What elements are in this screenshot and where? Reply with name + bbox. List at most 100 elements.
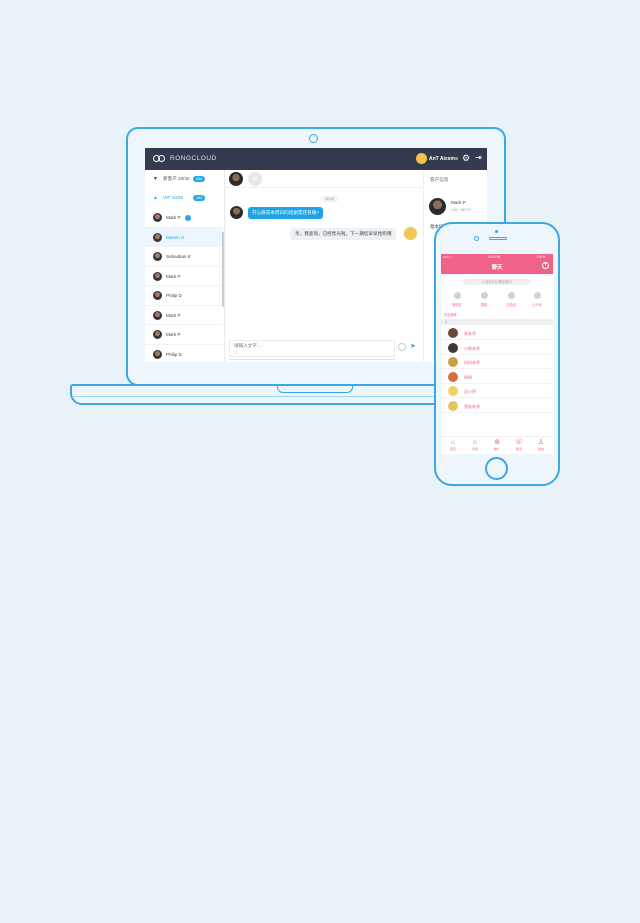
friend-item[interactable]: 黑板老师 <box>441 399 553 413</box>
info-title: 客户信息 <box>430 177 449 182</box>
section-header: A <box>441 319 553 325</box>
rongcloud-logo-icon <box>153 154 166 163</box>
tab-promote[interactable]: ⊕ 推广 <box>486 439 508 451</box>
message-timestamp: 16:30 <box>321 196 338 202</box>
user-name[interactable]: AnT Aixem <box>429 156 455 162</box>
contact-item[interactable]: Philip D <box>145 286 223 306</box>
chat-bubble-icon: ☏ <box>514 439 524 446</box>
contact-sidebar: ▼ 新客户 20/30 284 ▲ VIP 10/20 284 Mark P M… <box>145 170 225 362</box>
customer-uid: UID：88737 <box>451 208 471 212</box>
contact-item[interactable]: Mark P <box>145 208 223 228</box>
avatar <box>153 271 162 281</box>
group-count-badge: 284 <box>193 176 205 182</box>
contact-item[interactable]: Mark P <box>145 325 223 345</box>
contact-name: Philip D <box>166 351 182 357</box>
phone-screen: ••••• ≈ 4:24 PM 100% 聊天 + Q 搜索好友/群组/聊天 新… <box>441 254 553 454</box>
caret-up-icon: ▲ <box>153 195 158 201</box>
avatar <box>153 252 162 261</box>
unread-badge <box>185 214 191 221</box>
avatar <box>448 371 458 382</box>
tab-me[interactable]: ♙ 我的 <box>530 439 552 451</box>
tab-label: 推广 <box>493 447 500 451</box>
group-count-badge: 284 <box>193 195 205 201</box>
tab-label: 表情 <box>471 447 478 451</box>
new-friend-icon <box>453 292 461 299</box>
sidebar-scrollbar[interactable] <box>222 232 224 307</box>
contact-item[interactable]: Mark P <box>145 267 223 286</box>
avatar <box>429 198 446 215</box>
avatar <box>153 349 162 359</box>
group-new-customers[interactable]: ▼ 新客户 20/30 284 <box>145 170 225 189</box>
quick-official[interactable]: 公众号 <box>526 292 548 312</box>
recommend-label: 好友推荐 <box>444 313 457 317</box>
add-icon[interactable]: + <box>542 262 549 269</box>
friend-name: 小熊老师 <box>464 345 480 351</box>
friend-name: 朱老师 <box>464 331 476 336</box>
avatar <box>230 206 243 219</box>
tab-chat[interactable]: ☏ 聊天 <box>508 439 530 451</box>
tab-bar: ⌂ 首页 ☺ 表情 ⊕ 推广 ☏ 聊天 ♙ 我的 <box>441 436 553 454</box>
quick-new-friends[interactable]: 新朋友 <box>446 292 468 312</box>
avatar <box>448 342 458 353</box>
status-time: 4:24 PM <box>488 255 500 259</box>
attachment-icon[interactable]: ⌇ <box>235 350 237 356</box>
outgoing-message: 亲，我查询，已经售光啦，下一期您早早抢购哦 <box>290 228 397 240</box>
quick-discussions[interactable]: 讨论组 <box>500 292 522 312</box>
search-input[interactable]: Q 搜索好友/群组/聊天 <box>463 279 531 285</box>
avatar <box>153 330 162 339</box>
contact-name: Mark P <box>166 312 181 318</box>
gear-icon[interactable]: ⚙ <box>462 153 470 163</box>
home-button[interactable] <box>485 457 508 480</box>
phone-camera <box>474 236 479 241</box>
avatar <box>448 400 458 411</box>
home-icon: ⌂ <box>450 439 456 446</box>
group-name: VIP 10/20 <box>163 195 184 200</box>
online-status-icon <box>455 157 458 160</box>
laptop-notch <box>277 384 353 393</box>
user-avatar[interactable] <box>416 153 427 164</box>
tab-label: 我的 <box>537 447 544 451</box>
laptop-camera <box>309 134 318 143</box>
friend-item[interactable]: 朱老师 <box>441 326 553 340</box>
composer-underline <box>229 359 395 360</box>
avatar <box>153 232 162 242</box>
message-input[interactable] <box>234 343 354 348</box>
contact-name: Mark P <box>166 273 181 279</box>
smile-icon: ☺ <box>471 439 479 446</box>
group-vip[interactable]: ▲ VIP 10/20 284 <box>145 189 225 208</box>
official-account-icon <box>533 292 541 299</box>
contact-name: Mark P <box>166 332 181 337</box>
friend-name: 妈妈老师 <box>464 360 480 365</box>
contact-item[interactable]: Marvin G <box>145 227 223 247</box>
contact-name: Sebastian K <box>166 254 191 259</box>
friend-item[interactable]: 明明 <box>441 370 553 384</box>
battery-text: 100% <box>537 255 546 259</box>
bell-icon <box>507 292 515 299</box>
app-topbar: RONGCLOUD AnT Aixem ⚙ ⇥ <box>145 148 487 170</box>
tab-label: 聊天 <box>515 447 522 451</box>
contact-item[interactable]: Philip D <box>145 345 223 363</box>
contact-item[interactable]: Sebastian K <box>145 247 223 267</box>
avatar <box>404 227 417 240</box>
friend-name: 明明 <box>464 374 472 380</box>
contact-item[interactable]: Mark P <box>145 306 223 325</box>
tab-emoji[interactable]: ☺ 表情 <box>464 439 486 451</box>
quick-groups[interactable]: 群组 <box>473 292 495 312</box>
emoji-icon[interactable] <box>398 343 406 351</box>
tab-home[interactable]: ⌂ 首页 <box>442 439 464 451</box>
send-icon[interactable]: ➤ <box>410 342 416 350</box>
friend-item[interactable]: 吴小明 <box>441 384 553 398</box>
quick-label: 群组 <box>480 303 488 307</box>
friend-item[interactable]: 小熊老师 <box>441 341 553 355</box>
group-name: 新客户 20/30 <box>163 176 190 181</box>
contact-name: Marvin G <box>166 234 185 240</box>
contact-name: Mark P <box>166 215 181 220</box>
brand-name: RONGCLOUD <box>170 155 217 162</box>
friend-item[interactable]: 妈妈老师 <box>441 355 553 369</box>
quick-label: 讨论组 <box>506 303 516 307</box>
page-title: 聊天 <box>491 265 503 271</box>
add-member-icon[interactable]: + <box>248 172 262 186</box>
chat-partner-avatar[interactable] <box>229 172 243 186</box>
logout-icon[interactable]: ⇥ <box>475 153 482 163</box>
group-icon <box>480 292 488 299</box>
